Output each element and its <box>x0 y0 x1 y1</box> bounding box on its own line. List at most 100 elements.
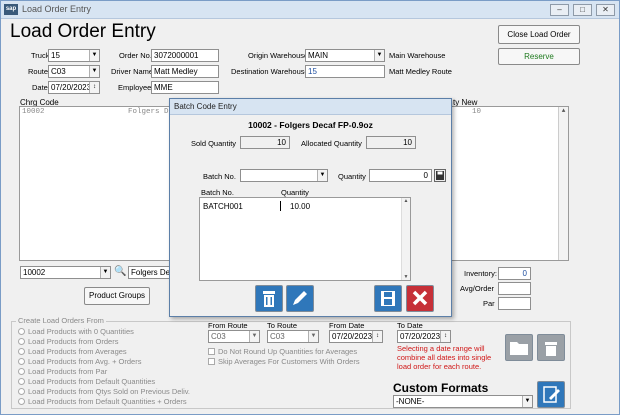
custom-formats-select[interactable]: -NONE- ▼ <box>393 395 533 408</box>
radio-qty-sold-prev[interactable]: Load Products from Qtys Sold on Previous… <box>18 387 190 396</box>
dest-warehouse-field[interactable]: 15 <box>305 65 385 78</box>
delete-batch-button[interactable] <box>255 285 283 312</box>
binoculars-icon[interactable]: 🔍 <box>114 266 126 278</box>
spinner-icon[interactable]: ↕ <box>89 82 99 93</box>
chevron-down-icon: ▼ <box>89 66 99 77</box>
chevron-down-icon: ▼ <box>374 50 384 61</box>
pencil-icon <box>293 291 307 305</box>
dest-warehouse-label: Destination Warehouse <box>231 67 309 76</box>
dest-warehouse-desc: Matt Medley Route <box>389 67 452 76</box>
radio-averages[interactable]: Load Products from Averages <box>18 347 127 356</box>
skip-avg-checkbox[interactable]: Skip Averages For Customers With Orders <box>208 357 360 366</box>
inventory-value: 0 <box>498 267 531 280</box>
order-no-label: Order No. <box>119 51 152 60</box>
product-desc-field[interactable]: Folgers De <box>128 266 170 279</box>
text-caret <box>280 201 281 211</box>
save-dialog-button[interactable] <box>374 285 402 312</box>
truck-label: Truck <box>31 51 50 60</box>
folder-icon <box>510 342 528 355</box>
cancel-dialog-button[interactable] <box>406 285 434 312</box>
quantity-field[interactable]: 0 <box>369 169 432 182</box>
avg-order-field <box>498 282 531 295</box>
dialog-product: 10002 - Folgers Decaf FP-0.9oz <box>248 120 373 130</box>
batch-no-select[interactable]: ▼ <box>240 169 328 182</box>
from-route-select[interactable]: C03 ▼ <box>208 330 260 343</box>
from-date-picker[interactable]: 07/20/2023 ↕ <box>329 330 383 343</box>
origin-warehouse-label: Origin Warehouse <box>248 51 309 60</box>
close-window-button[interactable]: ✕ <box>596 4 615 16</box>
date-picker[interactable]: 07/20/2023 ↕ <box>48 81 100 94</box>
radio-default-qty[interactable]: Load Products from Default Quantities <box>18 377 155 386</box>
close-load-order-button[interactable]: Close Load Order <box>498 25 580 44</box>
par-field <box>498 297 531 310</box>
scroll-up-icon[interactable]: ▲ <box>402 198 410 204</box>
trash-icon <box>263 291 275 307</box>
edit-format-button[interactable] <box>537 381 565 408</box>
delete-load-button[interactable] <box>537 334 565 361</box>
to-date-picker[interactable]: 07/20/2023 ↕ <box>397 330 451 343</box>
grid-scrollbar[interactable]: ▲ <box>558 107 568 260</box>
avg-order-label: Avg/Order <box>460 284 495 293</box>
from-route-label: From Route <box>208 321 248 330</box>
inventory-label: Inventory: <box>464 269 497 278</box>
to-date-label: To Date <box>397 321 423 330</box>
radio-default-qty-orders[interactable]: Load Products from Default Quantities + … <box>18 397 187 406</box>
date-label: Date <box>32 83 48 92</box>
page-title: Load Order Entry <box>10 21 156 42</box>
floppy-icon <box>381 291 395 306</box>
trash-icon <box>545 342 557 356</box>
origin-warehouse-desc: Main Warehouse <box>389 51 446 60</box>
alloc-qty-label: Allocated Quantity <box>301 139 362 148</box>
radio-orders[interactable]: Load Products from Orders <box>18 337 118 346</box>
radio-zero-qty[interactable]: Load Products with 0 Quantities <box>18 327 134 336</box>
grid-cell-qty[interactable]: 10 <box>472 108 481 116</box>
product-code-select[interactable]: 10002 ▼ <box>20 266 111 279</box>
scroll-up-icon[interactable]: ▲ <box>559 107 568 114</box>
app-icon: sap <box>4 4 18 15</box>
radio-avg-orders[interactable]: Load Products from Avg. + Orders <box>18 357 141 366</box>
save-batch-button[interactable] <box>434 169 446 182</box>
batch-qty-cell[interactable]: 10.00 <box>290 202 310 211</box>
minimize-button[interactable]: – <box>550 4 569 16</box>
order-no-field[interactable]: 3072000001 <box>151 49 219 62</box>
spinner-icon[interactable]: ↕ <box>372 331 382 342</box>
employee-label: Employee <box>118 83 152 92</box>
maximize-button[interactable]: □ <box>573 4 592 16</box>
chevron-down-icon: ▼ <box>317 170 327 181</box>
close-icon <box>412 290 428 306</box>
list-header-batch: Batch No. <box>201 188 234 197</box>
edit-batch-button[interactable] <box>286 285 314 312</box>
batch-list-scrollbar[interactable]: ▲ ▼ <box>401 198 410 280</box>
to-route-select[interactable]: C03 ▼ <box>267 330 319 343</box>
no-round-checkbox[interactable]: Do Not Round Up Quantities for Averages <box>208 347 357 356</box>
employee-field[interactable]: MME <box>151 81 219 94</box>
create-from-legend: Create Load Orders From <box>16 316 106 325</box>
chevron-down-icon: ▼ <box>308 331 318 342</box>
chevron-down-icon: ▼ <box>100 267 110 278</box>
sold-qty-label: Sold Quantity <box>191 139 237 148</box>
open-folder-button[interactable] <box>505 334 533 361</box>
origin-warehouse-select[interactable]: MAIN ▼ <box>305 49 385 62</box>
batch-list[interactable]: BATCH001 10.00 ▲ ▼ <box>199 197 411 281</box>
reserve-button[interactable]: Reserve <box>498 48 580 65</box>
batch-cell[interactable]: BATCH001 <box>203 202 243 211</box>
quantity-label: Quantity <box>338 172 366 181</box>
load-order-window: sap Load Order Entry – □ ✕ Load Order En… <box>0 0 620 415</box>
spinner-icon[interactable]: ↕ <box>440 331 450 342</box>
sold-qty-field: 10 <box>240 136 290 149</box>
chevron-down-icon: ▼ <box>89 50 99 61</box>
dialog-title: Batch Code Entry <box>170 99 451 115</box>
scroll-down-icon[interactable]: ▼ <box>402 274 410 280</box>
grid-cell-code[interactable]: 10002 <box>22 108 45 116</box>
date-range-note: Selecting a date range will combine all … <box>397 344 492 371</box>
driver-name-field[interactable]: Matt Medley <box>151 65 219 78</box>
radio-par[interactable]: Load Products from Par <box>18 367 107 376</box>
floppy-icon <box>436 171 444 180</box>
route-select[interactable]: C03 ▼ <box>48 65 100 78</box>
edit-form-icon <box>543 386 560 403</box>
truck-select[interactable]: 15 ▼ <box>48 49 100 62</box>
product-groups-button[interactable]: Product Groups <box>84 287 150 305</box>
par-label: Par <box>483 299 495 308</box>
grid-cell-desc[interactable]: Folgers De <box>128 108 173 116</box>
to-route-label: To Route <box>267 321 298 330</box>
